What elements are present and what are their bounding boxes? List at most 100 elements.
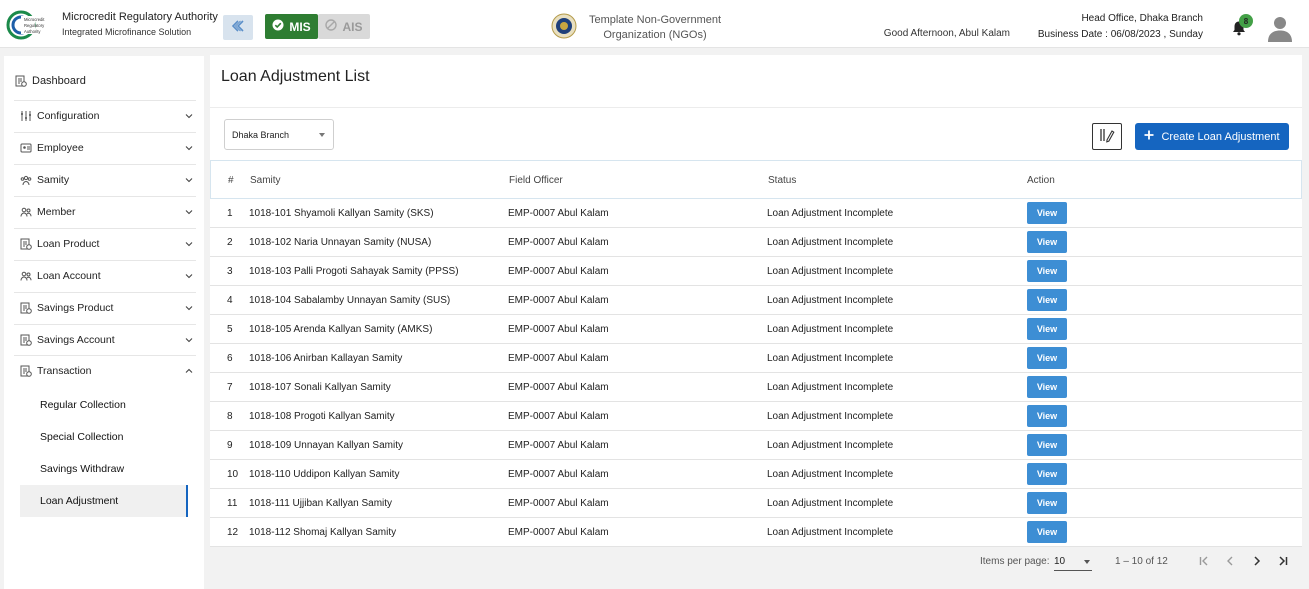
row-samity: 1018-103 Palli Progoti Sahayak Samity (P… xyxy=(249,266,459,277)
ais-label: AIS xyxy=(342,19,363,34)
table-row: 3 1018-103 Palli Progoti Sahayak Samity (… xyxy=(210,257,1302,286)
brand-subtitle: Integrated Microfinance Solution xyxy=(62,27,192,37)
view-button[interactable]: View xyxy=(1027,289,1067,311)
row-samity: 1018-106 Anirban Kallayan Samity xyxy=(249,353,403,364)
view-button[interactable]: View xyxy=(1027,347,1067,369)
sidebar-subitem-special-collection[interactable]: Special Collection xyxy=(20,421,188,453)
svg-text:Microcredit: Microcredit xyxy=(24,17,45,22)
row-samity: 1018-101 Shyamoli Kallyan Samity (SKS) xyxy=(249,208,434,219)
previous-page-button[interactable] xyxy=(1220,552,1240,572)
last-page-button[interactable] xyxy=(1273,552,1293,572)
row-number: 12 xyxy=(227,527,239,538)
double-chevron-left-icon xyxy=(230,20,246,35)
row-status: Loan Adjustment Incomplete xyxy=(767,353,894,364)
view-button[interactable]: View xyxy=(1027,376,1067,398)
row-number: 1 xyxy=(227,208,233,219)
sidebar-item-savings-account[interactable]: Savings Account xyxy=(14,324,196,355)
view-button[interactable]: View xyxy=(1027,202,1067,224)
table-header: # Samity Field Officer Status Action xyxy=(210,160,1302,199)
row-field-officer: EMP-0007 Abul Kalam xyxy=(508,324,609,335)
view-button[interactable]: View xyxy=(1027,318,1067,340)
column-header-field-officer[interactable]: Field Officer xyxy=(509,175,563,186)
sidebar-subitem-label: Regular Collection xyxy=(40,399,126,411)
chevron-left-icon xyxy=(1224,555,1236,570)
sidebar-subitem-regular-collection[interactable]: Regular Collection xyxy=(20,389,188,421)
row-field-officer: EMP-0007 Abul Kalam xyxy=(508,440,609,451)
sidebar-item-transaction[interactable]: Transaction xyxy=(14,355,196,386)
first-page-icon xyxy=(1198,555,1210,570)
row-status: Loan Adjustment Incomplete xyxy=(767,324,894,335)
sidebar-item-loan-account[interactable]: Loan Account xyxy=(14,260,196,291)
table-row: 8 1018-108 Progoti Kallyan Samity EMP-0007… xyxy=(210,402,1302,431)
row-status: Loan Adjustment Incomplete xyxy=(767,469,894,480)
divider xyxy=(210,107,1302,108)
view-button[interactable]: View xyxy=(1027,463,1067,485)
first-page-button[interactable] xyxy=(1194,552,1214,572)
column-header-samity[interactable]: Samity xyxy=(250,175,281,186)
column-header-number[interactable]: # xyxy=(228,175,234,186)
ais-toggle-button[interactable]: AIS xyxy=(318,14,370,39)
view-button[interactable]: View xyxy=(1027,260,1067,282)
user-avatar-icon[interactable] xyxy=(1267,14,1293,42)
branch-name: Head Office, Dhaka Branch xyxy=(1081,13,1203,24)
chevron-down-icon xyxy=(184,207,194,217)
view-button[interactable]: View xyxy=(1027,521,1067,543)
table-row: 9 1018-109 Unnayan Kallyan Samity EMP-0007… xyxy=(210,431,1302,460)
sidebar-item-employee[interactable]: Employee xyxy=(14,132,196,163)
main-content: Loan Adjustment List Dhaka Branch Create… xyxy=(210,55,1302,589)
sidebar-subitem-savings-withdraw[interactable]: Savings Withdraw xyxy=(20,453,188,485)
items-per-page-select[interactable]: 10 xyxy=(1054,553,1092,571)
sidebar-item-samity[interactable]: Samity xyxy=(14,164,196,195)
branch-info: Head Office, Dhaka Branch Business Date … xyxy=(1020,11,1203,43)
view-button[interactable]: View xyxy=(1027,492,1067,514)
check-circle-icon xyxy=(272,19,284,34)
sidebar-item-label: Loan Product xyxy=(37,238,100,250)
table-row: 5 1018-105 Arenda Kallyan Samity (AMKS) EM… xyxy=(210,315,1302,344)
column-header-action[interactable]: Action xyxy=(1027,175,1055,186)
mis-toggle-button[interactable]: MIS xyxy=(265,14,318,39)
notification-count-badge: 8 xyxy=(1239,14,1253,28)
view-button[interactable]: View xyxy=(1027,434,1067,456)
row-status: Loan Adjustment Incomplete xyxy=(767,527,894,538)
table-row: 10 1018-110 Uddipon Kallyan Samity EMP-000… xyxy=(210,460,1302,489)
sidebar-item-savings-product[interactable]: Savings Product xyxy=(14,292,196,323)
create-loan-adjustment-button[interactable]: Create Loan Adjustment xyxy=(1135,123,1289,150)
sidebar-item-loan-product[interactable]: Loan Product xyxy=(14,228,196,259)
row-field-officer: EMP-0007 Abul Kalam xyxy=(508,208,609,219)
next-page-button[interactable] xyxy=(1247,552,1267,572)
row-number: 11 xyxy=(227,498,238,509)
sidebar-item-configuration[interactable]: Configuration xyxy=(14,100,196,131)
users-icon xyxy=(20,142,32,154)
sidebar-item-member[interactable]: Member xyxy=(14,196,196,227)
view-button[interactable]: View xyxy=(1027,231,1067,253)
column-settings-button[interactable] xyxy=(1092,123,1122,150)
sliders-icon xyxy=(20,110,32,122)
row-samity: 1018-105 Arenda Kallyan Samity (AMKS) xyxy=(249,324,433,335)
sidebar-subitem-label: Loan Adjustment xyxy=(40,495,119,507)
organization-name: Template Non-Government Organization (NG… xyxy=(588,14,722,41)
row-samity: 1018-111 Ujjiban Kallyan Samity xyxy=(249,498,393,509)
row-status: Loan Adjustment Incomplete xyxy=(767,208,894,219)
sidebar-item-dashboard[interactable]: Dashboard xyxy=(4,64,204,98)
branch-select-value: Dhaka Branch xyxy=(232,129,290,140)
sidebar-subitem-loan-adjustment[interactable]: Loan Adjustment xyxy=(20,485,188,517)
document-icon xyxy=(20,334,32,346)
last-page-icon xyxy=(1277,555,1289,570)
chevron-down-icon xyxy=(184,239,194,249)
mra-logo: Microcredit Regulatory Authority xyxy=(6,8,56,42)
svg-text:Regulatory: Regulatory xyxy=(24,23,45,28)
view-button[interactable]: View xyxy=(1027,405,1067,427)
row-field-officer: EMP-0007 Abul Kalam xyxy=(508,469,609,480)
branch-select[interactable]: Dhaka Branch xyxy=(224,119,334,150)
collapse-sidebar-button[interactable] xyxy=(223,15,253,40)
row-status: Loan Adjustment Incomplete xyxy=(767,295,894,306)
row-samity: 1018-107 Sonali Kallyan Samity xyxy=(249,382,391,393)
brand-title: Microcredit Regulatory Authority xyxy=(62,11,218,23)
column-edit-icon xyxy=(1098,127,1116,146)
row-samity: 1018-104 Sabalamby Unnayan Samity (SUS) xyxy=(249,295,451,306)
row-field-officer: EMP-0007 Abul Kalam xyxy=(508,237,609,248)
table-row: 11 1018-111 Ujjiban Kallyan Samity EMP-000… xyxy=(210,489,1302,518)
column-header-status[interactable]: Status xyxy=(768,175,796,186)
mis-label: MIS xyxy=(289,19,311,34)
document-icon xyxy=(20,238,32,250)
